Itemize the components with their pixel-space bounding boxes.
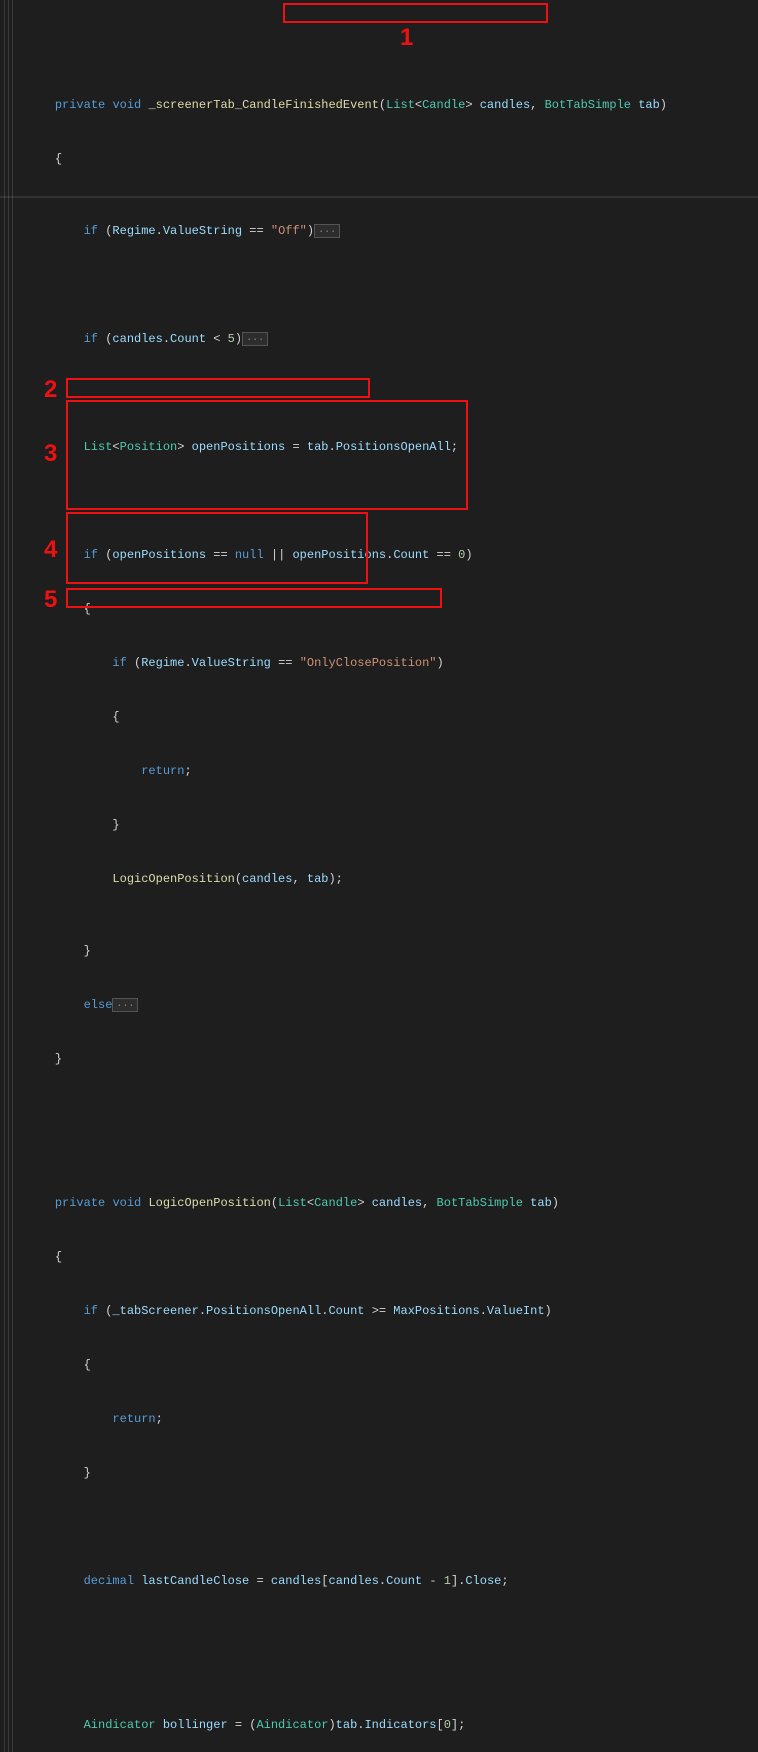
- fold-icon[interactable]: ...: [314, 224, 340, 238]
- code-line: {: [26, 150, 758, 168]
- code-line: if (Regime.ValueString == "Off")...: [26, 222, 758, 240]
- code-line: }: [26, 816, 758, 834]
- code-line: if (candles.Count < 5)...: [26, 330, 758, 348]
- code-line: {: [26, 1356, 758, 1374]
- annotation-label-1: 1: [400, 20, 413, 56]
- code-line: private void LogicOpenPosition(List<Cand…: [26, 1194, 758, 1212]
- indent-guides: [4, 0, 5, 1752]
- fold-icon[interactable]: ...: [242, 332, 268, 346]
- code-line: [26, 1104, 758, 1122]
- code-line: LogicOpenPosition(candles, tab);: [26, 870, 758, 888]
- fold-icon[interactable]: ...: [112, 998, 138, 1012]
- code-line: [26, 492, 758, 510]
- ruler-line: [0, 196, 758, 198]
- code-line: [26, 1518, 758, 1536]
- code-line: List<Position> openPositions = tab.Posit…: [26, 438, 758, 456]
- code-line: [26, 384, 758, 402]
- code-line: else...: [26, 996, 758, 1014]
- code-line: }: [26, 1050, 758, 1068]
- code-line: return;: [26, 1410, 758, 1428]
- code-line: }: [26, 1464, 758, 1482]
- code-line: {: [26, 600, 758, 618]
- code-line: [26, 1626, 758, 1644]
- code-line: Aindicator bollinger = (Aindicator)tab.I…: [26, 1716, 758, 1734]
- code-line: decimal lastCandleClose = candles[candle…: [26, 1572, 758, 1590]
- annotation-box-1: [283, 3, 548, 23]
- code-line: private void _screenerTab_CandleFinished…: [26, 96, 758, 114]
- code-line: if (_tabScreener.PositionsOpenAll.Count …: [26, 1302, 758, 1320]
- code-line: [26, 276, 758, 294]
- code-line: {: [26, 1248, 758, 1266]
- code-line: return;: [26, 762, 758, 780]
- code-editor[interactable]: private void _screenerTab_CandleFinished…: [0, 0, 758, 1752]
- code-line: if (openPositions == null || openPositio…: [26, 546, 758, 564]
- code-line: if (Regime.ValueString == "OnlyClosePosi…: [26, 654, 758, 672]
- code-line: {: [26, 708, 758, 726]
- code-line: }: [26, 942, 758, 960]
